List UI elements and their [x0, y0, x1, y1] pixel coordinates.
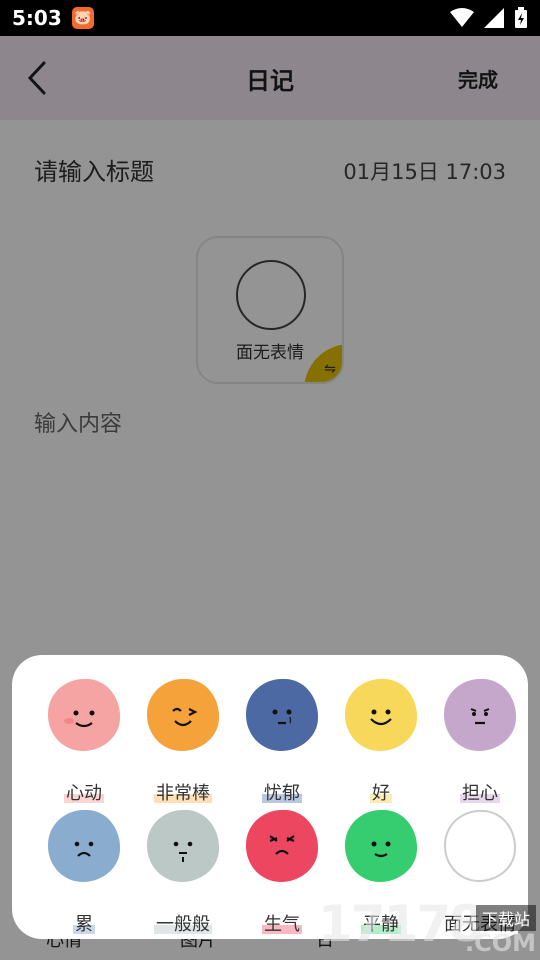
- notification-app-icon: 🐷: [71, 7, 94, 29]
- status-bar: 5:03 🐷: [0, 0, 540, 36]
- mood-option-worry[interactable]: 担心: [430, 679, 526, 803]
- mood-label-text: 忧郁: [262, 783, 302, 804]
- mood-option-shy[interactable]: 心动: [34, 679, 130, 803]
- mood-label-text: 一般般: [154, 914, 212, 935]
- mood-option-label: 一般般: [133, 914, 233, 935]
- angry-face-icon: [246, 810, 318, 882]
- mood-option-label: 忧郁: [232, 783, 332, 804]
- wifi-icon: [450, 8, 474, 27]
- mood-option-label: 非常棒: [133, 783, 233, 804]
- shy-face-icon: [48, 679, 120, 751]
- mood-label-text: 好: [370, 783, 392, 804]
- status-icons: [450, 7, 528, 29]
- mood-label-text: 累: [73, 914, 95, 935]
- mood-option-label: 担心: [430, 783, 530, 804]
- watermark: 17178 下载站 .COM: [318, 895, 540, 960]
- blank-face-icon: [444, 810, 516, 882]
- mood-option-label: 好: [331, 783, 431, 804]
- mood-option-smile[interactable]: 好: [331, 679, 427, 803]
- status-time: 5:03: [12, 6, 62, 30]
- mood-label-text: 担心: [460, 783, 500, 804]
- meh-face-icon: [147, 810, 219, 882]
- mood-option-meh[interactable]: 一般般: [133, 810, 229, 934]
- mood-label-text: 非常棒: [154, 783, 212, 804]
- mood-option-wink[interactable]: 非常棒: [133, 679, 229, 803]
- mood-option-label: 心动: [34, 783, 134, 804]
- mood-option-tired[interactable]: 累: [34, 810, 130, 934]
- mood-option-angry[interactable]: 生气: [232, 810, 328, 934]
- mood-label-text: 生气: [262, 914, 302, 935]
- worry-face-icon: [444, 679, 516, 751]
- mood-label-text: 心动: [64, 783, 104, 804]
- watermark-subtitle: 下载站: [475, 905, 536, 931]
- mood-option-label: 生气: [232, 914, 332, 935]
- wink-face-icon: [147, 679, 219, 751]
- smile-face-icon: [345, 679, 417, 751]
- sad-face-icon: [246, 679, 318, 751]
- calm-face-icon: [345, 810, 417, 882]
- mood-option-label: 累: [34, 914, 134, 935]
- signal-icon: [484, 8, 504, 28]
- battery-icon: [515, 7, 527, 28]
- mood-option-sad[interactable]: 忧郁: [232, 679, 328, 803]
- watermark-domain: .COM: [464, 929, 536, 957]
- watermark-text: 17178: [318, 895, 484, 953]
- tired-face-icon: [48, 810, 120, 882]
